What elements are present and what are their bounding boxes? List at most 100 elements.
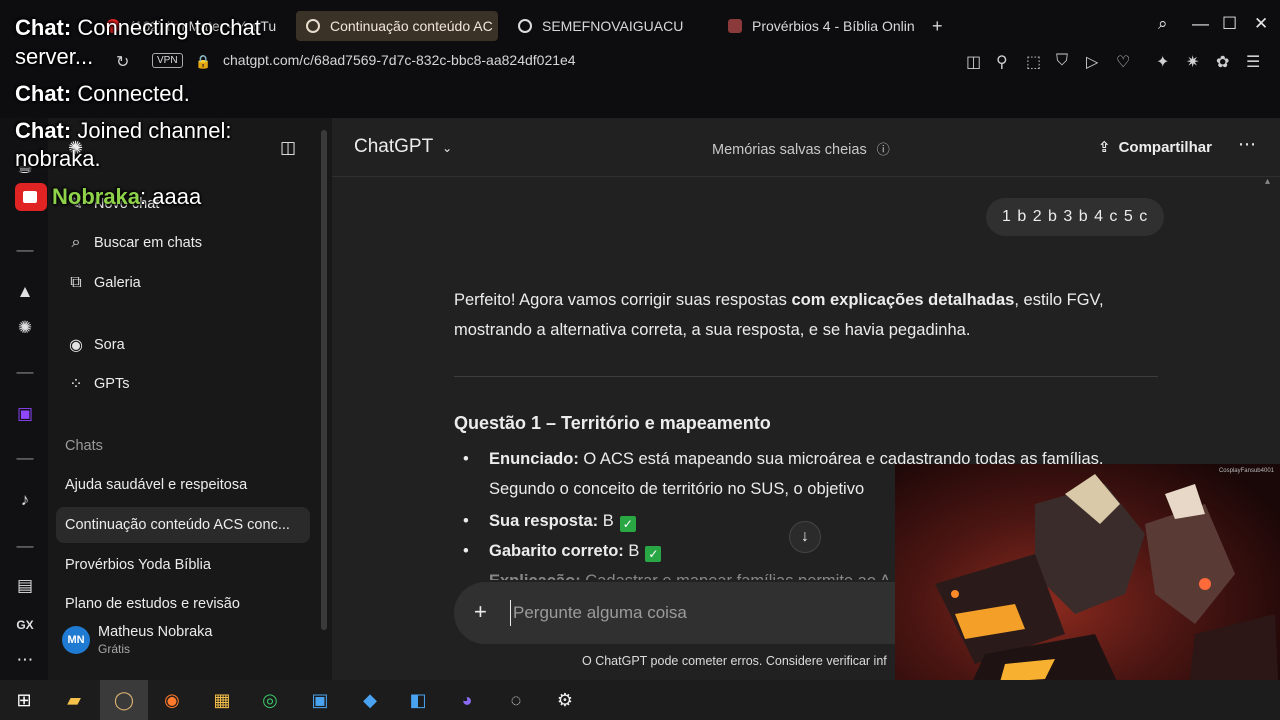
- share-label: Compartilhar: [1118, 138, 1212, 156]
- sidebar-item-label: GPTs: [94, 376, 130, 392]
- split-view-icon[interactable]: ◫: [966, 52, 981, 72]
- disclaimer: O ChatGPT pode cometer erros. Considere …: [582, 654, 887, 668]
- sora-button[interactable]: ◉ Sora: [66, 334, 125, 356]
- overlay-text: : aaaa: [140, 184, 202, 209]
- store-icon[interactable]: ▣: [308, 688, 332, 712]
- tab-label: Provérbios 4 - Bíblia Onlin: [752, 18, 915, 34]
- overlay-label: Chat:: [15, 81, 72, 106]
- files-icon[interactable]: ▦: [210, 688, 234, 712]
- shield-icon[interactable]: ⛉: [1056, 52, 1068, 70]
- overlay-label: Chat:: [15, 118, 72, 143]
- divider-icon: —: [16, 362, 34, 381]
- reload-icon[interactable]: ↻: [116, 52, 129, 72]
- overlay-line: Chat: Connecting to chat: [15, 15, 261, 41]
- gpts-button[interactable]: ⁘ GPTs: [66, 373, 129, 395]
- steam-icon[interactable]: ◌: [504, 688, 528, 712]
- list-item: Sua resposta: B ✓: [463, 506, 636, 536]
- user-plan: Grátis: [98, 642, 131, 656]
- scroll-down-button[interactable]: ↓: [789, 521, 821, 553]
- maximize-icon[interactable]: ☐: [1222, 14, 1237, 34]
- tab-biblia[interactable]: Provérbios 4 - Bíblia Onlin: [718, 11, 918, 41]
- chat-item[interactable]: Plano de estudos e revisão: [56, 586, 310, 622]
- user-profile[interactable]: MN Matheus Nobraka Grátis: [62, 624, 212, 656]
- plus-icon[interactable]: +: [474, 599, 487, 625]
- bullet-label: Sua resposta:: [489, 512, 599, 530]
- windows-start-icon[interactable]: ⊞: [12, 688, 36, 712]
- settings-icon[interactable]: ⚙: [553, 688, 577, 712]
- tab-label: SEMEFNOVAIGUACU: [542, 18, 684, 34]
- overlay-text: Connecting to chat: [71, 15, 261, 40]
- sora-icon: ◉: [69, 337, 83, 354]
- memory-label: Memórias salvas cheias: [712, 142, 867, 158]
- sidebar-item-label: Galeria: [94, 275, 141, 291]
- memory-status[interactable]: Memórias salvas cheias ⓘ: [712, 139, 890, 158]
- overlay-text: Joined channel:: [71, 118, 232, 143]
- pin-icon[interactable]: ⚲: [996, 52, 1008, 72]
- overlay-line: server...: [15, 44, 94, 69]
- chat-app-icon[interactable]: ◕: [455, 688, 479, 712]
- vpn-badge[interactable]: VPN: [152, 53, 183, 68]
- app-icon[interactable]: ◧: [406, 688, 430, 712]
- question-title: Questão 1 – Território e mapeamento: [454, 413, 771, 433]
- gallery-button[interactable]: ⧉ Galeria: [66, 272, 141, 294]
- content-divider: [454, 376, 1158, 377]
- user-name: Matheus Nobraka: [98, 624, 213, 640]
- extension-icon-2[interactable]: ✷: [1186, 52, 1199, 72]
- apex-icon[interactable]: ▲: [14, 282, 36, 302]
- search-chats-button[interactable]: ⌕ Buscar em chats: [66, 232, 202, 254]
- chatgpt-rail-icon[interactable]: ✺: [14, 318, 36, 338]
- model-selector[interactable]: ChatGPT ⌄: [354, 136, 452, 158]
- extension-icon[interactable]: ✦: [1156, 52, 1169, 72]
- more-icon[interactable]: ⋯: [14, 650, 36, 670]
- minimize-icon[interactable]: —: [1192, 14, 1209, 34]
- info-icon: ⓘ: [876, 142, 890, 157]
- sidebar-item-label: Sora: [94, 337, 125, 353]
- sidebar-scrollbar[interactable]: [321, 130, 327, 630]
- folder-icon[interactable]: ▰: [62, 688, 86, 712]
- news-icon[interactable]: ▤: [14, 576, 36, 596]
- close-icon[interactable]: ✕: [1254, 14, 1268, 34]
- game-icon[interactable]: ◆: [358, 688, 382, 712]
- tab-semef[interactable]: SEMEFNOVAIGUACU: [508, 11, 708, 41]
- lock-icon: 🔒: [195, 54, 212, 69]
- check-icon: ✓: [619, 516, 636, 532]
- overlay-nick: Nobraka: [52, 184, 141, 209]
- twitch-icon[interactable]: ▣: [14, 404, 36, 424]
- music-icon[interactable]: ♪: [14, 490, 36, 510]
- new-tab-button[interactable]: +: [926, 11, 954, 41]
- more-options-icon[interactable]: ⋯: [1238, 134, 1256, 155]
- play-icon[interactable]: ▷: [1086, 52, 1098, 72]
- opera-gx-icon[interactable]: ◯: [100, 680, 148, 720]
- gallery-icon: ⧉: [70, 274, 82, 291]
- list-item: Explicação: Cadastrar e mapear famílias …: [489, 566, 891, 580]
- divider-icon: —: [16, 448, 34, 467]
- gx-icon[interactable]: GX: [14, 618, 36, 632]
- url-field[interactable]: chatgpt.com/c/68ad7569-7d7c-832c-bbc8-aa…: [223, 52, 576, 68]
- chrome-icon[interactable]: ◎: [258, 688, 282, 712]
- check-icon: ✓: [645, 546, 662, 562]
- divider-icon: —: [16, 536, 34, 555]
- arrow-down-icon: ↓: [801, 528, 809, 545]
- share-button[interactable]: ⇪ Compartilhar: [1098, 138, 1212, 157]
- chat-item[interactable]: Provérbios Yoda Bíblia: [56, 547, 310, 583]
- chat-item-active[interactable]: Continuação conteúdo ACS conc...: [56, 507, 310, 543]
- firefox-icon[interactable]: ◉: [160, 688, 184, 712]
- avatar: MN: [62, 626, 90, 654]
- chat-item[interactable]: Ajuda saudável e respeitosa: [56, 467, 310, 503]
- overlay-line: nobraka.: [15, 146, 101, 171]
- scroll-up-icon[interactable]: ▴: [1265, 176, 1270, 187]
- search-icon[interactable]: ⌕: [1158, 14, 1168, 34]
- heart-icon[interactable]: ♡: [1116, 52, 1130, 72]
- video-watermark: CosplayFansub4001: [1218, 468, 1274, 474]
- toggle-sidebar-icon[interactable]: ◫: [280, 138, 296, 158]
- reply-text: Perfeito! Agora vamos corrigir suas resp…: [454, 291, 792, 309]
- user-message: 1 b 2 b 3 b 4 c 5 c: [986, 198, 1165, 236]
- chevron-down-icon: ⌄: [442, 141, 453, 155]
- menu-icon[interactable]: ☰: [1246, 52, 1260, 72]
- tab-label: Continuação conteúdo AC: [330, 18, 493, 34]
- tab-chatgpt[interactable]: Continuação conteúdo AC: [296, 11, 498, 41]
- extension-icon-3[interactable]: ✿: [1216, 52, 1229, 72]
- bible-icon: [728, 19, 742, 33]
- screenshot-icon[interactable]: ⬚: [1026, 52, 1041, 72]
- chatgpt-icon: [306, 19, 320, 33]
